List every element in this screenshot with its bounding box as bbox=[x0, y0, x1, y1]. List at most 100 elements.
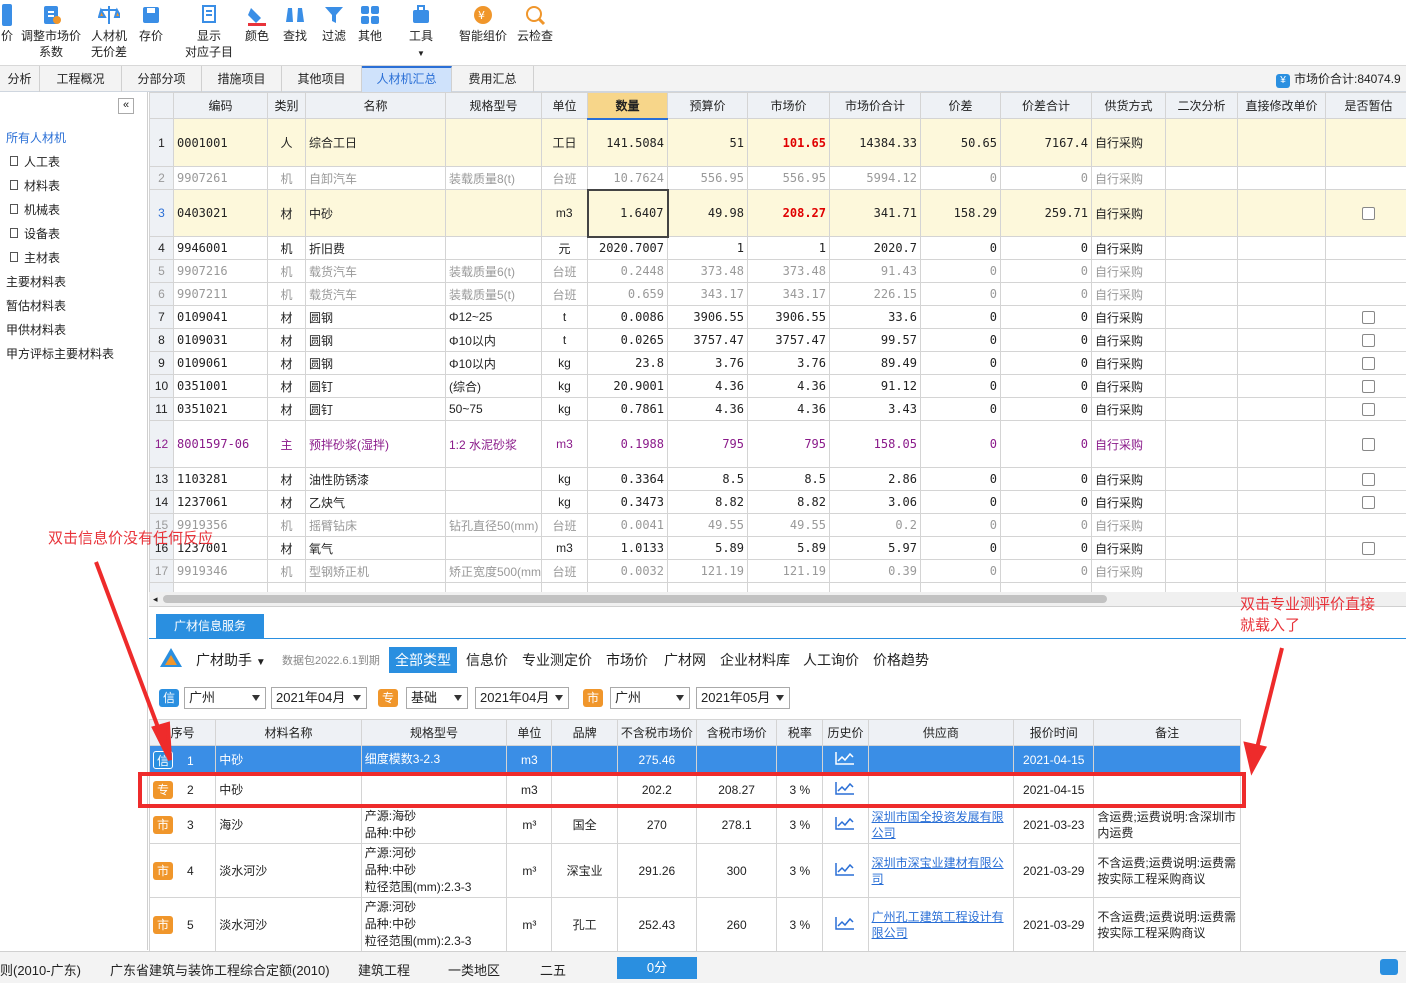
grid-cell-provisional[interactable] bbox=[1325, 189, 1406, 237]
results-cell-supplier[interactable]: 深圳市国全投资发展有限公司 bbox=[867, 805, 1015, 844]
grid-cell-unit[interactable]: kg bbox=[541, 374, 588, 398]
other-button[interactable]: 其他 bbox=[354, 0, 386, 64]
grid-cell-budget[interactable]: 8.5 bbox=[667, 467, 748, 491]
results-cell-tax[interactable]: 3 % bbox=[776, 805, 824, 844]
grid-col-header[interactable]: 类别 bbox=[267, 92, 306, 119]
results-cell-inc[interactable]: 278.1 bbox=[695, 805, 778, 844]
history-chart-icon[interactable] bbox=[835, 916, 855, 930]
grid-cell-market[interactable]: 5.89 bbox=[747, 536, 830, 560]
adjust-market-price-button[interactable]: 调整市场价 系数 bbox=[20, 0, 82, 64]
grid-cell-diff_total[interactable]: 0 bbox=[1000, 397, 1092, 421]
grid-cell-empty[interactable] bbox=[1237, 490, 1326, 514]
grid-cell-qty[interactable]: 0.7861 bbox=[587, 397, 668, 421]
grid-cell-empty[interactable] bbox=[1325, 582, 1406, 592]
grid-cell-qty[interactable]: 141.5084 bbox=[587, 118, 668, 167]
grid-cell-total[interactable]: 226.15 bbox=[829, 282, 921, 306]
provisional-checkbox[interactable] bbox=[1362, 357, 1375, 370]
grid-cell-supply[interactable]: 自行采购 bbox=[1091, 513, 1166, 537]
grid-cell-name[interactable]: 圆钢 bbox=[305, 351, 446, 375]
grid-cell-diff[interactable]: 0 bbox=[920, 559, 1001, 583]
grid-cell-qty[interactable]: 23.8 bbox=[587, 351, 668, 375]
grid-cell-cat[interactable]: 材 bbox=[267, 467, 306, 491]
results-cell-date[interactable]: 2021-03-29 bbox=[1013, 843, 1095, 898]
grid-cell-code[interactable]: 9919346 bbox=[173, 559, 268, 583]
tree-material-table[interactable]: 材料表 bbox=[10, 177, 60, 194]
grid-cell-supply[interactable]: 自行采购 bbox=[1091, 236, 1166, 260]
grid-row[interactable]: 2 9907261 机自卸汽车 装载质量8(t) 台班 10.7624 556.95 556.… bbox=[149, 166, 1406, 190]
grid-cell-qty[interactable]: 10.7624 bbox=[587, 166, 668, 190]
results-cell-supplier[interactable] bbox=[867, 745, 1015, 774]
grid-cell-diff[interactable]: 0 bbox=[920, 305, 1001, 329]
grid-cell-diff[interactable]: 0 bbox=[920, 328, 1001, 352]
grid-cell-name[interactable]: 载货汽车 bbox=[305, 282, 446, 306]
results-cell-spec[interactable]: 产源:河砂 品种:中砂 粒径范围(mm):2.3-3 bbox=[360, 843, 508, 898]
grid-cell-empty[interactable] bbox=[1237, 559, 1326, 583]
grid-cell-total[interactable]: 2020.7 bbox=[829, 236, 921, 260]
grid-cell-budget[interactable]: 51 bbox=[667, 118, 748, 167]
grid-cell-unit[interactable]: kg bbox=[541, 397, 588, 421]
results-cell-hist[interactable] bbox=[822, 897, 869, 952]
grid-cell-qty[interactable]: 1.0133 bbox=[587, 536, 668, 560]
grid-cell-diff[interactable]: 50.65 bbox=[920, 118, 1001, 167]
grid-row[interactable]: 16 1237001 材氧气 m3 1.0133 5.89 5.89 5.97 0 0 自行采购 bbox=[149, 536, 1406, 560]
grid-cell-empty[interactable] bbox=[1165, 374, 1238, 398]
results-col-header[interactable]: 不含税市场价 bbox=[616, 719, 697, 746]
grid-cell-diff_total[interactable]: 0 bbox=[1000, 490, 1092, 514]
grid-cell-market[interactable]: 1 bbox=[747, 236, 830, 260]
grid-cell-empty[interactable] bbox=[1237, 118, 1326, 167]
provisional-checkbox[interactable] bbox=[1362, 207, 1375, 220]
grid-cell-cat[interactable]: 人 bbox=[267, 118, 306, 167]
results-col-header[interactable]: 报价时间 bbox=[1013, 719, 1095, 746]
results-cell-brand[interactable] bbox=[551, 745, 618, 774]
grid-cell-diff[interactable]: 158.29 bbox=[920, 189, 1001, 237]
grid-cell-empty[interactable] bbox=[1165, 467, 1238, 491]
grid-cell-n[interactable]: 5 bbox=[149, 259, 174, 283]
results-cell-ex[interactable]: 270 bbox=[616, 805, 697, 844]
grid-cell-spec[interactable]: 装载质量8(t) bbox=[445, 166, 542, 190]
grid-cell-diff_total[interactable]: 259.71 bbox=[1000, 189, 1092, 237]
info-date-select[interactable]: 2021年04月 bbox=[271, 687, 367, 709]
grid-cell-empty[interactable] bbox=[1237, 582, 1326, 592]
grid-cell-diff_total[interactable]: 0 bbox=[1000, 166, 1092, 190]
grid-col-header[interactable]: 市场价 bbox=[747, 92, 830, 119]
grid-cell-diff_total[interactable]: 0 bbox=[1000, 282, 1092, 306]
results-col-header[interactable]: 供应商 bbox=[867, 719, 1015, 746]
grid-cell-total[interactable]: 341.71 bbox=[829, 189, 921, 237]
grid-cell-provisional[interactable] bbox=[1325, 351, 1406, 375]
results-cell-hist[interactable] bbox=[822, 805, 869, 844]
grid-cell-diff_total[interactable]: 7167.4 bbox=[1000, 118, 1092, 167]
grid-cell-name[interactable]: 油性防锈漆 bbox=[305, 467, 446, 491]
grid-cell-total[interactable]: 14384.33 bbox=[829, 118, 921, 167]
grid-cell-provisional[interactable] bbox=[1325, 328, 1406, 352]
grid-cell-budget[interactable]: 1 bbox=[667, 236, 748, 260]
grid-cell-supply[interactable]: 自行采购 bbox=[1091, 420, 1166, 468]
grid-cell-qty[interactable]: 1.6407 bbox=[586, 188, 669, 238]
grid-cell-supply[interactable]: 自行采购 bbox=[1091, 305, 1166, 329]
grid-cell-n[interactable]: 13 bbox=[149, 467, 174, 491]
grid-col-header[interactable]: 预算价 bbox=[667, 92, 748, 119]
price-tool-button[interactable]: 价 bbox=[0, 0, 14, 64]
tree-provisional-materials[interactable]: 暂估材料表 bbox=[6, 297, 66, 314]
grid-cell-empty[interactable] bbox=[1165, 189, 1238, 237]
results-cell-name[interactable]: 中砂 bbox=[215, 745, 362, 774]
grid-cell-supply[interactable]: 自行采购 bbox=[1091, 374, 1166, 398]
grid-cell-supply[interactable]: 自行采购 bbox=[1091, 189, 1166, 237]
grid-cell-qty[interactable]: 0.0041 bbox=[587, 513, 668, 537]
grid-cell-empty[interactable] bbox=[1165, 536, 1238, 560]
grid-cell-diff_total[interactable]: 0 bbox=[1000, 559, 1092, 583]
tree-equipment-table[interactable]: 设备表 bbox=[10, 225, 60, 242]
grid-cell-empty[interactable] bbox=[1165, 559, 1238, 583]
tab-labor-material-summary[interactable]: 人材机汇总 bbox=[362, 66, 452, 92]
grid-row[interactable]: 8 0109031 材圆钢 Φ10以内 t 0.0265 3757.47 3757.47 99.… bbox=[149, 328, 1406, 352]
grid-cell-total[interactable]: 3.43 bbox=[829, 397, 921, 421]
results-cell-brand[interactable]: 国全 bbox=[551, 805, 618, 844]
grid-cell-qty[interactable]: 20.9001 bbox=[587, 374, 668, 398]
grid-cell-spec[interactable] bbox=[445, 467, 542, 491]
grid-cell-empty[interactable] bbox=[1237, 374, 1326, 398]
tree-owner-evaluation-materials[interactable]: 甲方评标主要材料表 bbox=[6, 345, 114, 362]
professional-date-select[interactable]: 2021年04月 bbox=[475, 687, 569, 709]
grid-cell-provisional[interactable] bbox=[1325, 536, 1406, 560]
results-cell-note[interactable]: 不含运费;运费说明:运费需按实际工程采购商议 bbox=[1093, 843, 1241, 898]
grid-cell-name[interactable]: 折旧费 bbox=[305, 236, 446, 260]
results-cell-spec[interactable]: 细度模数3-2.3 bbox=[360, 745, 508, 774]
